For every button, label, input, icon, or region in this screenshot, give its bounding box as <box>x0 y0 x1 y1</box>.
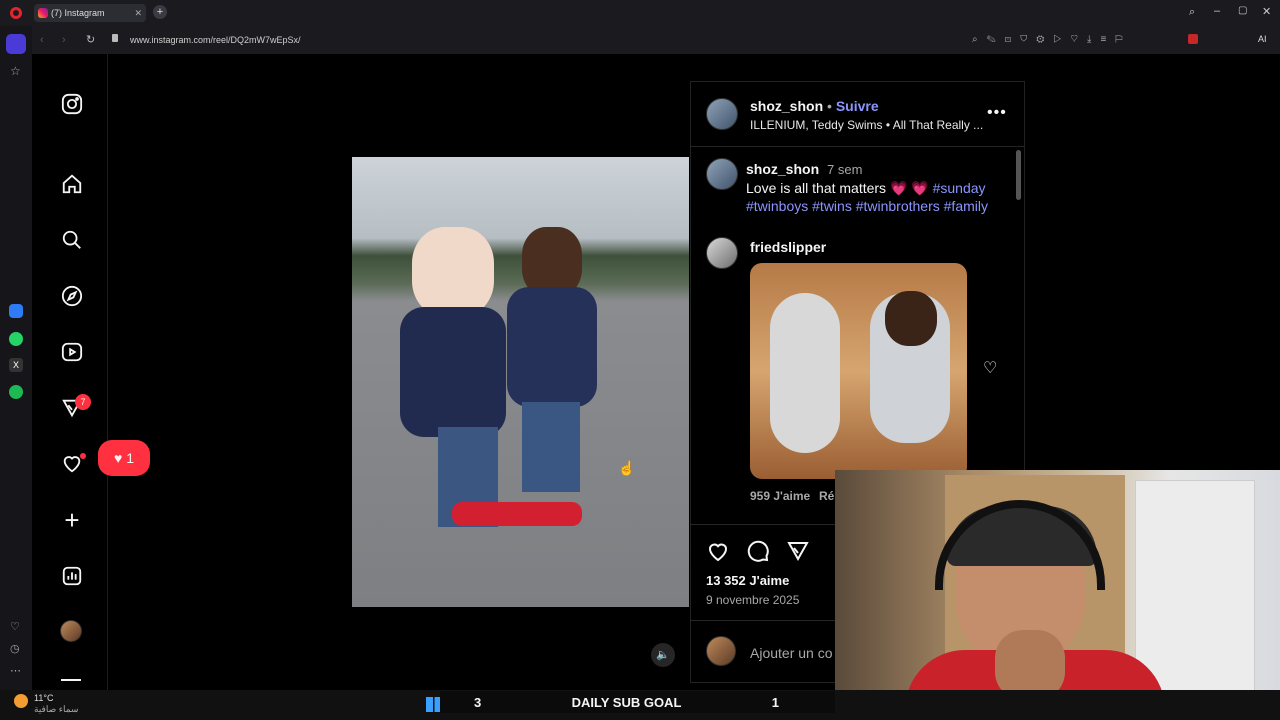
history-icon[interactable]: ◷ <box>10 642 20 655</box>
spotify-icon[interactable] <box>9 385 23 399</box>
search-tabs-icon[interactable]: ⌕ <box>1189 6 1195 19</box>
caption-avatar[interactable] <box>706 158 738 190</box>
back-icon[interactable]: ‹ <box>40 34 44 46</box>
sub-goal-bar: 3 DAILY SUB GOAL 1 <box>440 691 835 713</box>
weather-desc[interactable]: سماء صافية <box>34 704 78 715</box>
header-divider <box>690 146 1025 147</box>
tab-label: (7) Instagram <box>51 8 105 18</box>
dashboard-icon[interactable] <box>60 564 84 588</box>
twin-right-jeans <box>522 402 580 492</box>
toolbar-icons[interactable]: ⌕✎⊡⛉⚙▷♡⤓≡⚐ <box>972 34 1132 45</box>
url-text[interactable]: www.instagram.com/reel/DQ2mW7wEpSx/ <box>130 35 301 45</box>
new-tab-button[interactable]: + <box>153 5 167 19</box>
post-header: shoz_shon • Suivre <box>750 98 879 114</box>
maximize-button[interactable]: ▢ <box>1238 5 1247 16</box>
red-shoes <box>452 502 582 526</box>
tab-instagram[interactable]: (7) Instagram ✕ <box>34 4 146 22</box>
composer-avatar <box>706 636 736 666</box>
panel-scrollbar[interactable] <box>1016 150 1021 200</box>
ai-button[interactable]: AI <box>1258 34 1267 44</box>
weather-icon[interactable] <box>14 694 28 708</box>
more-icon[interactable]: ⋯ <box>10 664 21 677</box>
comment-like-icon[interactable]: ♡ <box>983 358 997 378</box>
sub-goal-label: DAILY SUB GOAL <box>571 694 682 710</box>
reels-icon[interactable] <box>60 340 84 364</box>
messenger-icon[interactable] <box>9 304 23 318</box>
comment-gif[interactable] <box>750 263 967 479</box>
sub-goal-target: 1 <box>771 694 779 710</box>
author-avatar[interactable] <box>706 98 738 130</box>
caption-text: Love is all that matters 💗 💗 <box>746 180 929 196</box>
heart-filled-icon: ♥ <box>113 450 123 466</box>
follow-button[interactable]: Suivre <box>836 98 879 114</box>
weather-temp[interactable]: 11°C <box>34 693 53 703</box>
sidebar-heart-icon[interactable]: ♡ <box>10 620 20 633</box>
add-comment-input[interactable]: Ajouter un co <box>750 645 833 661</box>
opera-sidebar: ☆ X ♡ ◷ ⋯ <box>0 26 32 690</box>
webcam-overlay <box>835 470 1280 720</box>
twin-left-vest <box>400 307 506 437</box>
share-icon[interactable] <box>786 539 810 568</box>
create-icon[interactable]: + <box>60 505 84 535</box>
windows-start-icon[interactable] <box>426 697 441 712</box>
instagram-favicon-icon <box>38 8 48 18</box>
minimize-button[interactable]: – <box>1214 5 1220 17</box>
comment-likes[interactable]: 959 J'aime <box>750 489 810 503</box>
messages-badge: 7 <box>75 394 91 410</box>
menu-icon[interactable] <box>61 679 81 681</box>
browser-tabbar: (7) Instagram ✕ + ⌕ – ▢ ✕ <box>0 0 1280 26</box>
more-options-icon[interactable]: ••• <box>987 104 1007 122</box>
sub-goal-current: 3 <box>474 694 482 710</box>
caption-age: 7 sem <box>827 162 863 177</box>
gif-baby-right-face <box>885 291 937 346</box>
twin-right-vest <box>507 287 597 407</box>
follow-separator: • <box>827 98 832 114</box>
search-icon[interactable] <box>60 228 84 252</box>
x-twitter-icon[interactable]: X <box>9 358 23 372</box>
explore-icon[interactable] <box>60 284 84 308</box>
post-date: 9 novembre 2025 <box>706 593 800 607</box>
reel-video-frame[interactable] <box>352 157 689 607</box>
home-icon[interactable] <box>60 172 84 196</box>
notification-dot <box>80 453 86 459</box>
likes-count[interactable]: 13 352 J'aime <box>706 573 789 588</box>
extension-icon[interactable] <box>1188 34 1198 44</box>
author-username[interactable]: shoz_shon <box>750 98 823 114</box>
like-icon[interactable] <box>706 539 730 568</box>
close-tab-icon[interactable]: ✕ <box>134 8 142 19</box>
home-speed-dial-icon[interactable] <box>6 34 26 54</box>
whatsapp-icon[interactable] <box>9 332 23 346</box>
reload-icon[interactable]: ↻ <box>86 33 95 46</box>
forward-icon[interactable]: › <box>62 34 66 46</box>
audio-link[interactable]: ILLENIUM, Teddy Swims • All That Really … <box>750 118 983 132</box>
likes-notification-count: 1 <box>126 450 135 466</box>
close-window-button[interactable]: ✕ <box>1262 5 1271 18</box>
instagram-icon[interactable] <box>60 92 84 116</box>
caption-tags[interactable]: #twinboys #twins #twinbrothers #family <box>746 198 988 214</box>
caption-username[interactable]: shoz_shon <box>746 161 819 177</box>
commenter-username[interactable]: friedslipper <box>750 239 826 255</box>
lock-icon <box>112 34 118 42</box>
instagram-sidebar <box>32 54 108 690</box>
opera-logo-icon[interactable] <box>10 7 22 19</box>
comment-icon[interactable] <box>746 539 770 568</box>
twin-left <box>412 227 494 317</box>
profile-avatar[interactable] <box>60 620 82 642</box>
commenter-avatar[interactable] <box>706 237 738 269</box>
volume-icon[interactable]: 🔈 <box>651 643 675 667</box>
mouse-cursor-icon: ☝ <box>618 460 636 476</box>
gif-baby-left <box>770 293 840 453</box>
caption-tag-sunday[interactable]: #sunday <box>933 180 986 196</box>
bookmark-star-icon[interactable]: ☆ <box>10 64 21 78</box>
likes-notification-bubble[interactable]: ♥ 1 <box>98 440 150 476</box>
caption-block: shoz_shon 7 sem Love is all that matters… <box>746 160 1014 215</box>
